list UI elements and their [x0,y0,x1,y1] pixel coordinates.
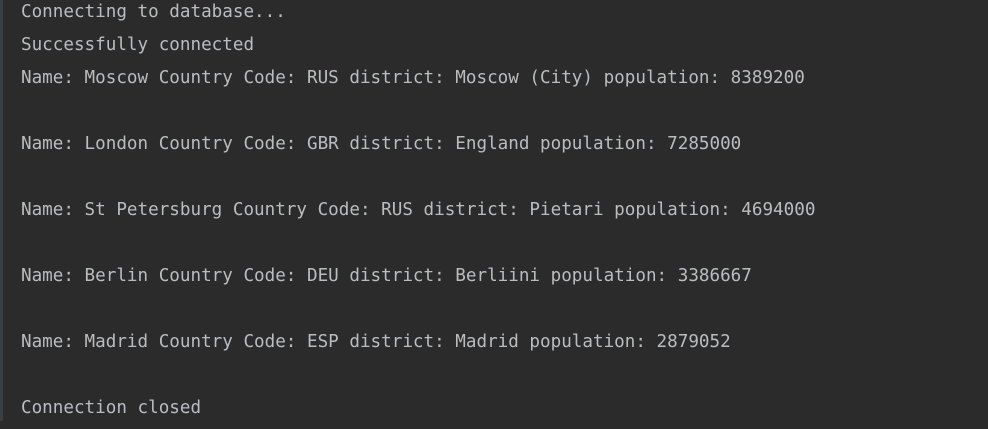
console-output-panel[interactable]: Connecting to database... Successfully c… [0,0,988,421]
console-line: Name: London Country Code: GBR district:… [21,134,742,154]
console-line: Name: Berlin Country Code: DEU district:… [21,266,752,286]
console-line: Name: Madrid Country Code: ESP district:… [21,332,731,352]
console-lines: Connecting to database... Successfully c… [21,0,815,429]
console-line: Name: Moscow Country Code: RUS district:… [21,68,805,88]
console-line: Name: St Petersburg Country Code: RUS di… [21,200,816,220]
console-line: Connection closed [21,398,202,418]
console-blank-line [21,99,815,132]
console-blank-line [21,363,815,396]
console-blank-line [21,231,815,264]
console-line: Successfully connected [21,35,255,55]
console-blank-line [21,165,815,198]
console-line: Connecting to database... [21,2,286,22]
console-blank-line [21,297,815,330]
